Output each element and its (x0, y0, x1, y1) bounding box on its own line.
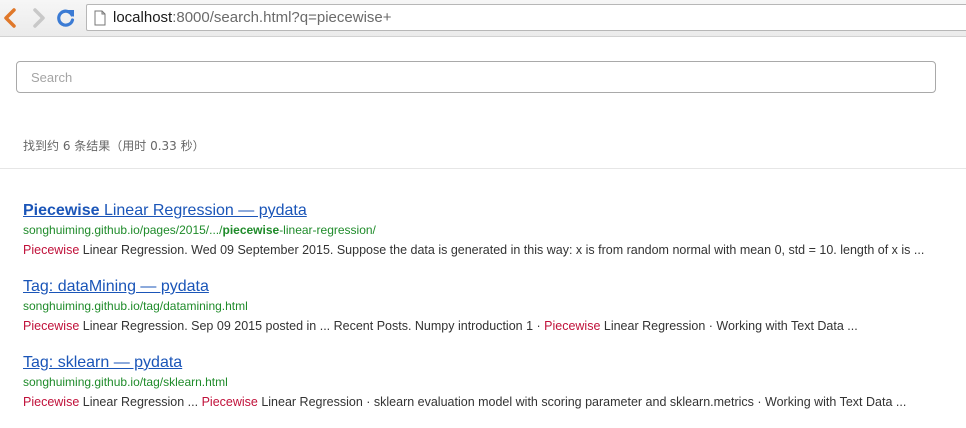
divider (0, 168, 966, 169)
forward-button[interactable] (27, 6, 49, 30)
result-item: Piecewise Linear Regression — pydata son… (23, 200, 966, 276)
snippet-text: Linear Regression ... (79, 395, 202, 409)
snippet-highlight: Piecewise (23, 395, 80, 409)
url-part: songhuiming.github.io/tag/sklearn.html (23, 375, 228, 389)
snippet-text: Linear Regression · sklearn evaluation m… (257, 395, 907, 409)
snippet-text: Linear Regression · Working with Text Da… (600, 319, 858, 333)
result-title-link[interactable]: Piecewise Linear Regression — pydata (23, 200, 966, 222)
browser-toolbar: localhost:8000/search.html?q=piecewise+ (0, 0, 966, 37)
result-title-link[interactable]: Tag: dataMining — pydata (23, 276, 966, 298)
result-url: songhuiming.github.io/tag/sklearn.html (23, 374, 966, 390)
reload-button[interactable] (55, 6, 77, 30)
url-host: localhost (113, 9, 173, 26)
snippet-text: Linear Regression. Sep 09 2015 posted in… (79, 319, 545, 333)
url-path: :8000/search.html?q=piecewise+ (172, 9, 392, 26)
forward-arrow-icon (33, 8, 45, 28)
snippet-highlight: Piecewise (544, 319, 601, 333)
reload-icon (57, 9, 75, 27)
title-text: Tag: sklearn — pydata (23, 354, 183, 371)
results-list: Piecewise Linear Regression — pydata son… (23, 200, 966, 428)
title-text: Linear Regression — pydata (99, 202, 307, 219)
url-highlight: piecewise (222, 223, 280, 237)
search-input[interactable] (16, 61, 936, 93)
result-snippet: Piecewise Linear Regression ... Piecewis… (23, 393, 966, 411)
result-title-link[interactable]: Tag: sklearn — pydata (23, 352, 966, 374)
snippet-highlight: Piecewise (23, 243, 80, 257)
result-item: Tag: dataMining — pydata songhuiming.git… (23, 276, 966, 352)
result-stats: 找到约 6 条结果（用时 0.33 秒） (23, 139, 205, 153)
title-text: Tag: dataMining — pydata (23, 278, 209, 295)
result-item: Tag: sklearn — pydata songhuiming.github… (23, 352, 966, 428)
page-icon (94, 10, 106, 26)
result-url: songhuiming.github.io/tag/datamining.htm… (23, 298, 966, 314)
title-highlight: Piecewise (23, 202, 100, 219)
address-bar[interactable]: localhost:8000/search.html?q=piecewise+ (86, 4, 966, 31)
url-part: songhuiming.github.io/tag/datamining.htm… (23, 299, 248, 313)
result-snippet: Piecewise Linear Regression. Wed 09 Sept… (23, 241, 966, 259)
url-part: songhuiming.github.io/pages/2015/.../ (23, 223, 223, 237)
snippet-highlight: Piecewise (23, 319, 80, 333)
result-snippet: Piecewise Linear Regression. Sep 09 2015… (23, 317, 966, 335)
address-url: localhost:8000/search.html?q=piecewise+ (113, 9, 392, 27)
snippet-text: Linear Regression. Wed 09 September 2015… (79, 243, 925, 257)
back-arrow-icon (4, 8, 16, 28)
url-part: -linear-regression/ (279, 223, 376, 237)
snippet-highlight: Piecewise (201, 395, 258, 409)
back-button[interactable] (0, 6, 22, 30)
result-url: songhuiming.github.io/pages/2015/.../pie… (23, 222, 966, 238)
